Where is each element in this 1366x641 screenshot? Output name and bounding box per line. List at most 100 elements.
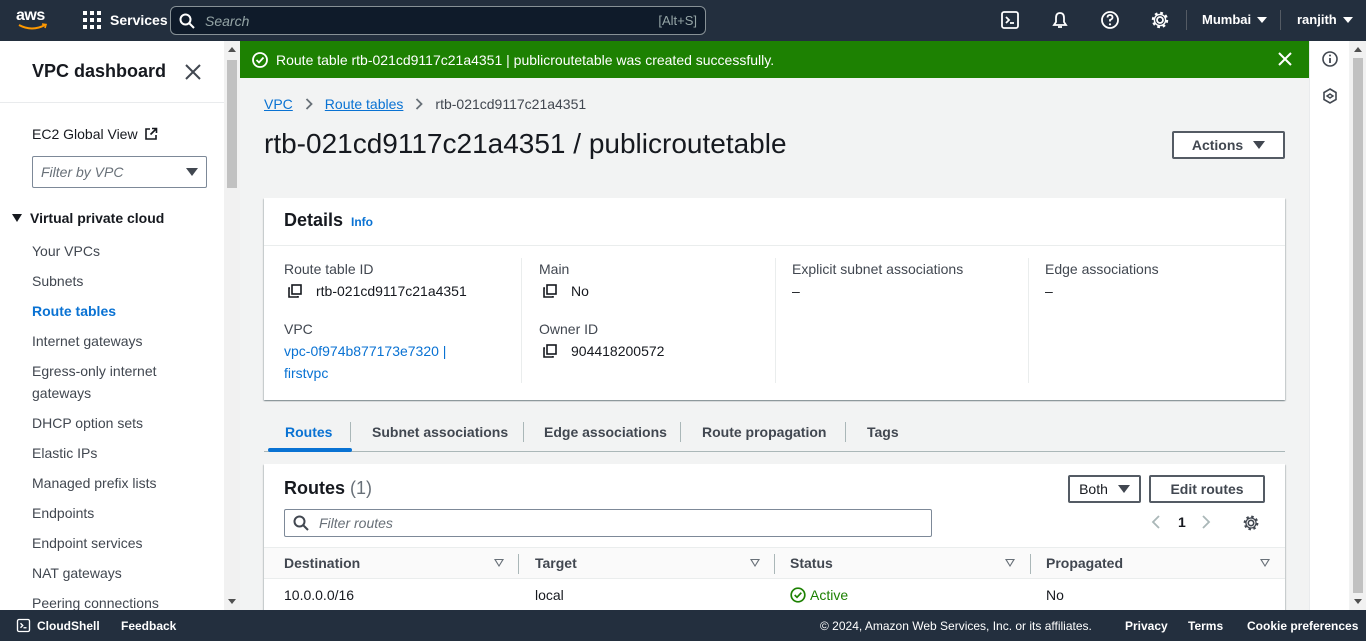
sidebar-title[interactable]: VPC dashboard: [32, 61, 166, 82]
breadcrumb-current: rtb-021cd9117c21a4351: [435, 96, 587, 112]
details-column-4: Edge associations –: [1028, 258, 1265, 383]
sidebar-item-endpoints[interactable]: Endpoints: [32, 502, 212, 524]
sidebar-nav-list: Your VPCs Subnets Route tables Internet …: [32, 240, 212, 610]
info-icon[interactable]: [1322, 51, 1338, 67]
tab-subnet-associations[interactable]: Subnet associations: [372, 424, 508, 440]
route-table-id-value: rtb-021cd9117c21a4351: [288, 283, 467, 299]
search-input[interactable]: Search [Alt+S]: [170, 6, 706, 35]
tab-route-propagation[interactable]: Route propagation: [702, 424, 826, 440]
sidebar-item-dhcp-option-sets[interactable]: DHCP option sets: [32, 412, 212, 434]
scroll-up-arrow[interactable]: [1354, 47, 1362, 52]
column-header-propagated[interactable]: Propagated: [1046, 555, 1123, 571]
status-text: Active: [810, 587, 849, 603]
cloudshell-icon[interactable]: [1000, 10, 1020, 30]
info-link[interactable]: Info: [351, 215, 373, 229]
footer-cookie-preferences[interactable]: Cookie preferences: [1247, 619, 1358, 633]
account-menu[interactable]: ranjith: [1297, 12, 1353, 27]
region-menu[interactable]: Mumbai: [1202, 12, 1268, 27]
help-icon[interactable]: [1100, 10, 1120, 30]
sidebar-item-peering-connections[interactable]: Peering connections: [32, 592, 212, 610]
gear-icon[interactable]: [1150, 10, 1170, 30]
tab-routes[interactable]: Routes: [285, 424, 332, 440]
scrollbar-thumb[interactable]: [227, 60, 237, 188]
cloudshell-icon[interactable]: [16, 618, 31, 633]
vpc-link-line2[interactable]: firstvpc: [284, 365, 328, 381]
details-header: Details Info: [264, 198, 1285, 246]
tab-edge-associations[interactable]: Edge associations: [544, 424, 667, 440]
chevron-right-icon[interactable]: [1200, 514, 1212, 530]
routes-count: (1): [350, 478, 373, 498]
column-header-target[interactable]: Target: [535, 555, 577, 571]
filter-routes-placeholder: Filter routes: [319, 515, 393, 531]
scroll-down-arrow[interactable]: [1354, 599, 1362, 604]
bell-icon[interactable]: [1050, 10, 1070, 30]
sidebar-item-subnets[interactable]: Subnets: [32, 270, 212, 292]
caret-down-icon: [1253, 141, 1266, 149]
column-header-status[interactable]: Status: [790, 555, 833, 571]
tab-tags[interactable]: Tags: [867, 424, 899, 440]
ec2-global-view-link[interactable]: EC2 Global View: [32, 126, 158, 142]
filter-routes-input[interactable]: Filter routes: [284, 509, 932, 537]
tab-divider: [680, 422, 681, 442]
check-circle-icon: [252, 51, 268, 68]
sidebar-item-route-tables[interactable]: Route tables: [32, 300, 212, 322]
sort-icon[interactable]: [1005, 559, 1015, 567]
footer-privacy[interactable]: Privacy: [1125, 619, 1168, 633]
sidebar-item-managed-prefix-lists[interactable]: Managed prefix lists: [32, 472, 212, 494]
close-icon[interactable]: [184, 63, 202, 81]
sidebar-item-elastic-ips[interactable]: Elastic IPs: [32, 442, 212, 464]
column-divider[interactable]: [1030, 554, 1031, 574]
pagination: 1: [1150, 514, 1212, 530]
chevron-left-icon[interactable]: [1150, 514, 1162, 530]
scroll-up-arrow[interactable]: [228, 47, 236, 52]
both-select[interactable]: Both: [1068, 475, 1141, 503]
active-tab-indicator: [268, 448, 352, 452]
vpc-filter-select[interactable]: Filter by VPC: [32, 156, 207, 188]
sidebar-item-your-vpcs[interactable]: Your VPCs: [32, 240, 212, 262]
edge-associations-label: Edge associations: [1045, 261, 1159, 277]
footer-terms[interactable]: Terms: [1188, 619, 1223, 633]
sidebar-scrollbar[interactable]: [224, 41, 240, 610]
close-icon[interactable]: [1277, 51, 1293, 67]
copy-icon[interactable]: [288, 284, 302, 298]
sidebar: VPC dashboard EC2 Global View Filter by …: [0, 41, 224, 610]
account-label: ranjith: [1297, 12, 1337, 27]
copy-icon[interactable]: [543, 284, 557, 298]
column-divider[interactable]: [518, 554, 519, 574]
top-navigation: aws Services Search [Alt+S] Mumbai ranji…: [0, 0, 1366, 41]
scroll-down-arrow[interactable]: [228, 599, 236, 604]
sort-icon[interactable]: [1260, 559, 1270, 567]
copy-icon[interactable]: [543, 344, 557, 358]
actions-button[interactable]: Actions: [1172, 131, 1285, 159]
sort-icon[interactable]: [750, 559, 760, 567]
services-menu[interactable]: Services: [83, 9, 168, 31]
tab-divider: [350, 422, 351, 442]
sidebar-item-internet-gateways[interactable]: Internet gateways: [32, 330, 212, 352]
breadcrumb: VPC Route tables rtb-021cd9117c21a4351: [264, 96, 586, 112]
breadcrumb-vpc[interactable]: VPC: [264, 96, 293, 112]
sort-icon[interactable]: [494, 559, 504, 567]
chevron-down-icon: [1342, 16, 1353, 23]
cell-target: local: [535, 587, 564, 603]
gear-icon[interactable]: [1242, 514, 1260, 532]
page-number[interactable]: 1: [1178, 514, 1186, 530]
sidebar-item-egress-only-internet-gateways[interactable]: Egress-only internet gateways: [32, 360, 212, 404]
owner-id-text: 904418200572: [571, 343, 665, 359]
sidebar-section-virtual-private-cloud[interactable]: Virtual private cloud: [12, 210, 164, 226]
column-header-destination[interactable]: Destination: [284, 555, 360, 571]
footer-cloudshell[interactable]: CloudShell: [37, 619, 100, 633]
edit-routes-button[interactable]: Edit routes: [1149, 475, 1265, 503]
breadcrumb-route-tables[interactable]: Route tables: [325, 96, 404, 112]
sidebar-item-nat-gateways[interactable]: NAT gateways: [32, 562, 212, 584]
vpc-link-line1[interactable]: vpc-0f974b877173e7320 |: [284, 343, 446, 359]
sidebar-item-endpoint-services[interactable]: Endpoint services: [32, 532, 212, 554]
scrollbar-thumb[interactable]: [1353, 58, 1363, 593]
aws-logo[interactable]: aws: [16, 8, 54, 34]
hexagon-icon[interactable]: [1322, 88, 1338, 104]
vpc-filter-placeholder: Filter by VPC: [41, 164, 124, 180]
footer-feedback[interactable]: Feedback: [121, 619, 176, 633]
main-scrollbar[interactable]: [1350, 41, 1366, 610]
grid-icon: [83, 11, 101, 29]
column-divider[interactable]: [774, 554, 775, 574]
caret-down-icon: [1117, 485, 1130, 493]
